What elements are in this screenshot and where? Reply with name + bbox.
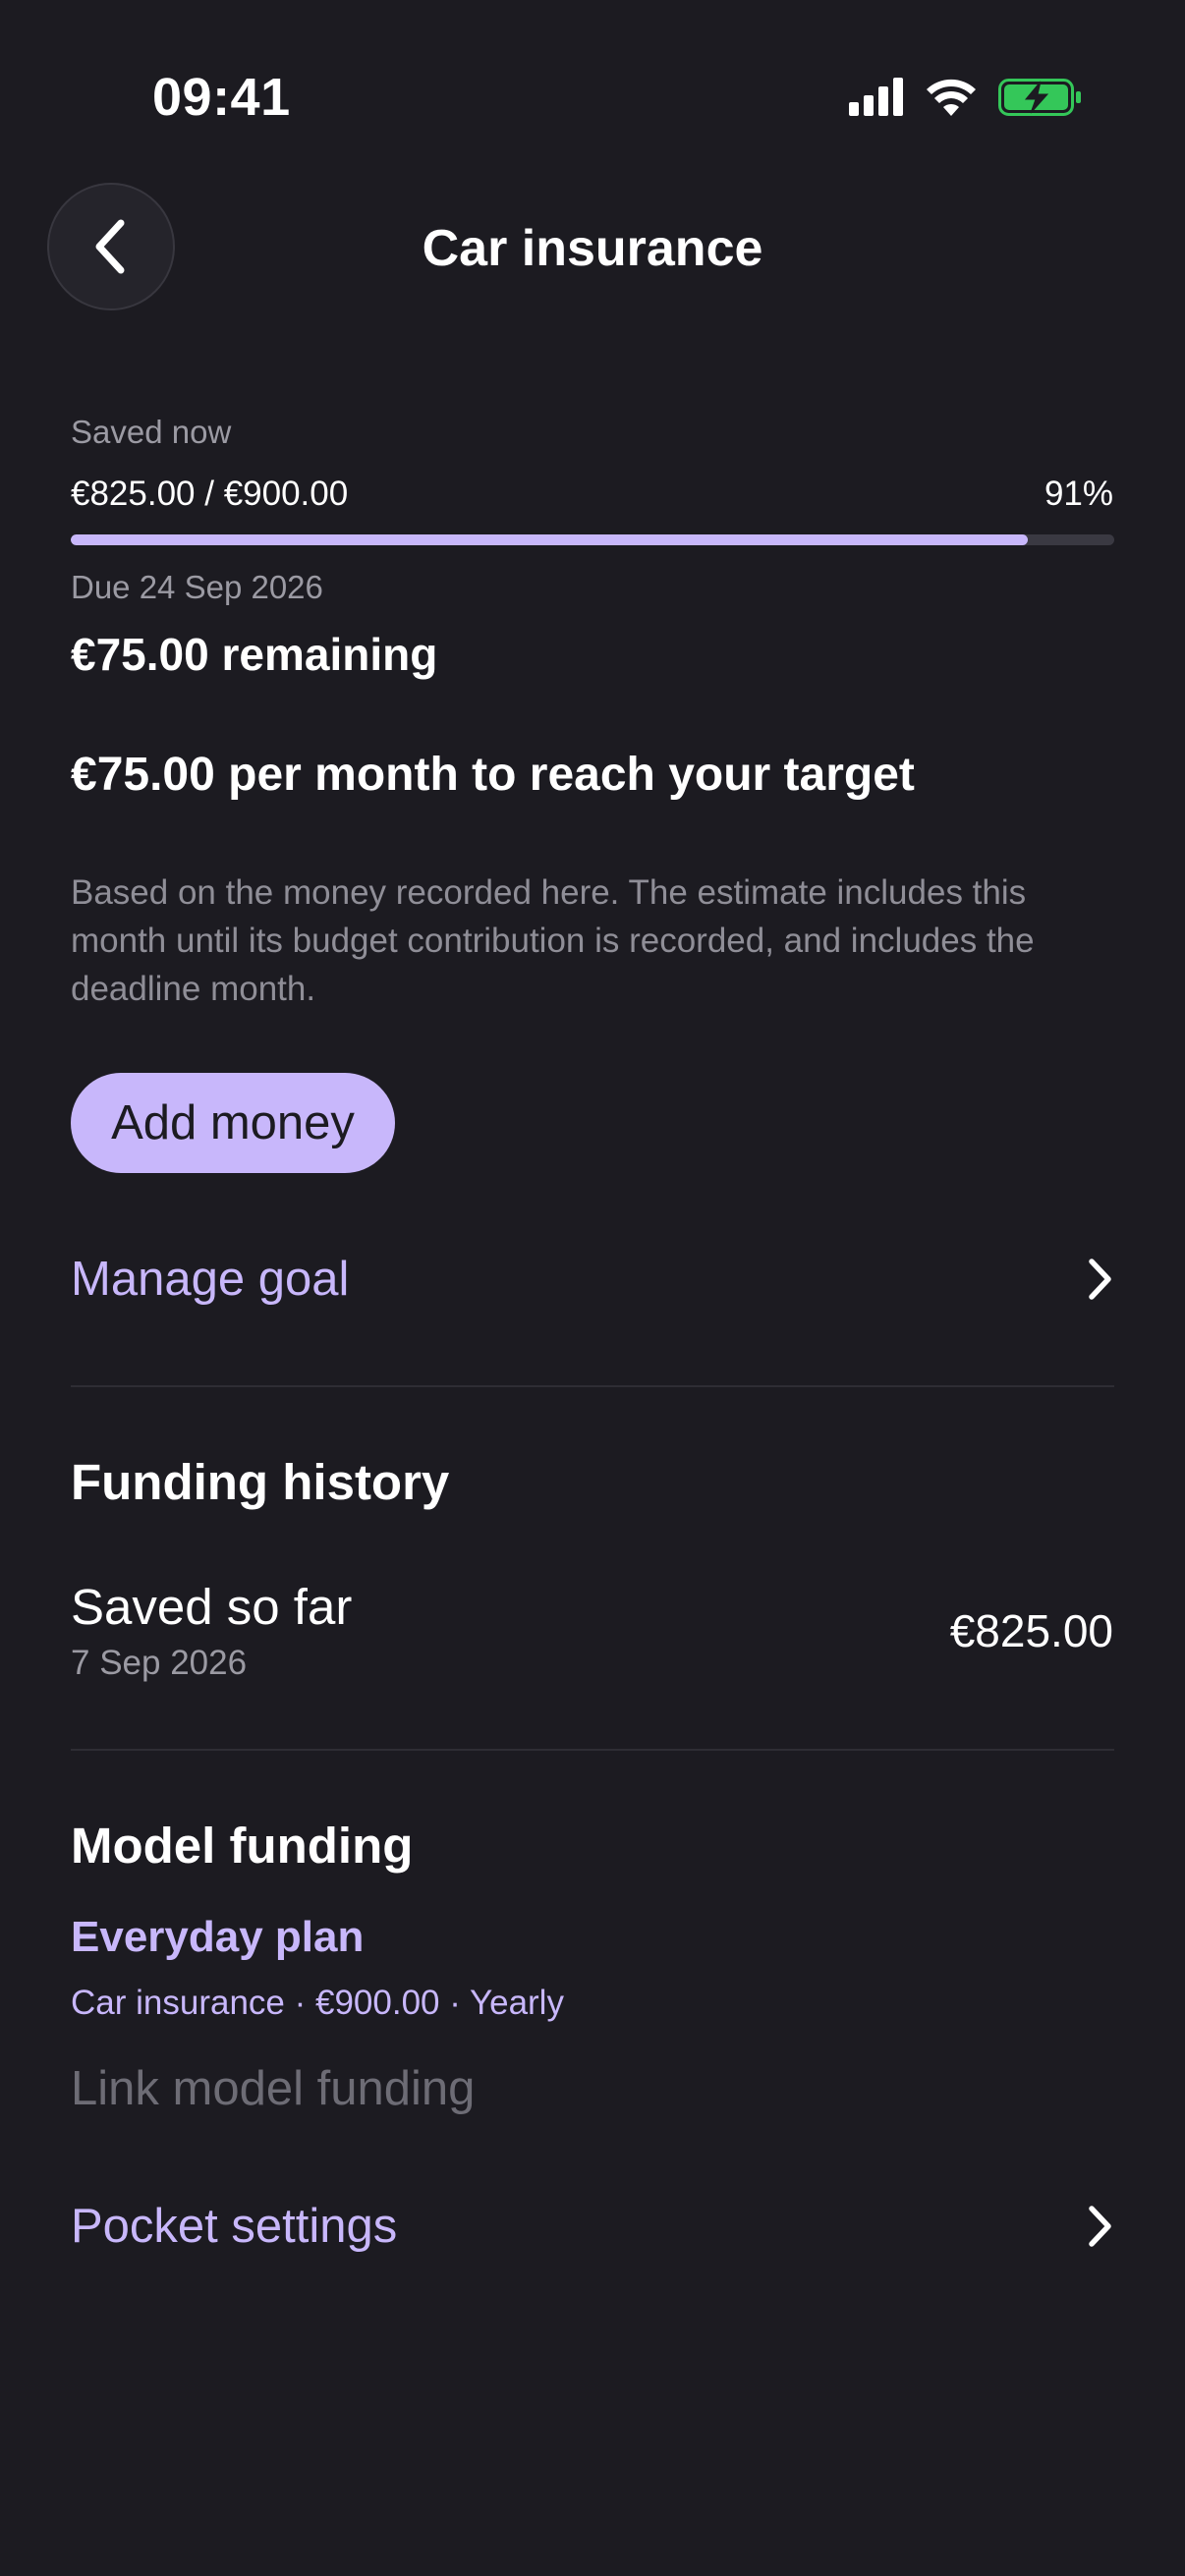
- history-entry-label: Saved so far: [71, 1579, 353, 1635]
- cellular-signal-icon: [849, 78, 903, 116]
- battery-charging-icon: [998, 79, 1081, 116]
- chevron-right-icon: [1089, 1259, 1111, 1300]
- estimate-note: Based on the money recorded here. The es…: [71, 873, 1035, 1008]
- progress-bar-fill: [71, 534, 1028, 545]
- saved-amounts: €825.00 / €900.00: [71, 475, 349, 513]
- progress-percent: 91%: [1044, 475, 1113, 513]
- link-model-funding-button[interactable]: Link model funding: [71, 2057, 475, 2120]
- history-entry-date: 7 Sep 2026: [71, 1644, 248, 1682]
- plan-name[interactable]: Everyday plan: [71, 1908, 364, 1967]
- wifi-icon: [927, 79, 976, 116]
- divider: [71, 1749, 1114, 1751]
- status-time: 09:41: [152, 68, 291, 127]
- due-date: Due 24 Sep 2026: [71, 569, 323, 605]
- plan-details: Car insurance · €900.00 · Yearly: [71, 1984, 564, 2022]
- status-icons: [849, 75, 1085, 118]
- pocket-settings-row[interactable]: Pocket settings: [71, 2187, 1114, 2266]
- pocket-settings-label: Pocket settings: [71, 2200, 398, 2253]
- manage-goal-label: Manage goal: [71, 1253, 350, 1306]
- page-title: Car insurance: [422, 220, 763, 277]
- divider: [71, 1385, 1114, 1387]
- model-funding-title: Model funding: [71, 1818, 414, 1874]
- remaining-amount: €75.00 remaining: [71, 629, 438, 680]
- funding-history-title: Funding history: [71, 1454, 450, 1510]
- manage-goal-row[interactable]: Manage goal: [71, 1240, 1114, 1318]
- chevron-right-icon: [1089, 2206, 1111, 2247]
- add-money-button[interactable]: Add money: [71, 1073, 395, 1173]
- monthly-target: €75.00 per month to reach your target: [71, 749, 915, 801]
- history-entry-amount: €825.00: [949, 1605, 1113, 1656]
- saved-now-label: Saved now: [71, 414, 232, 450]
- progress-bar: [71, 534, 1114, 545]
